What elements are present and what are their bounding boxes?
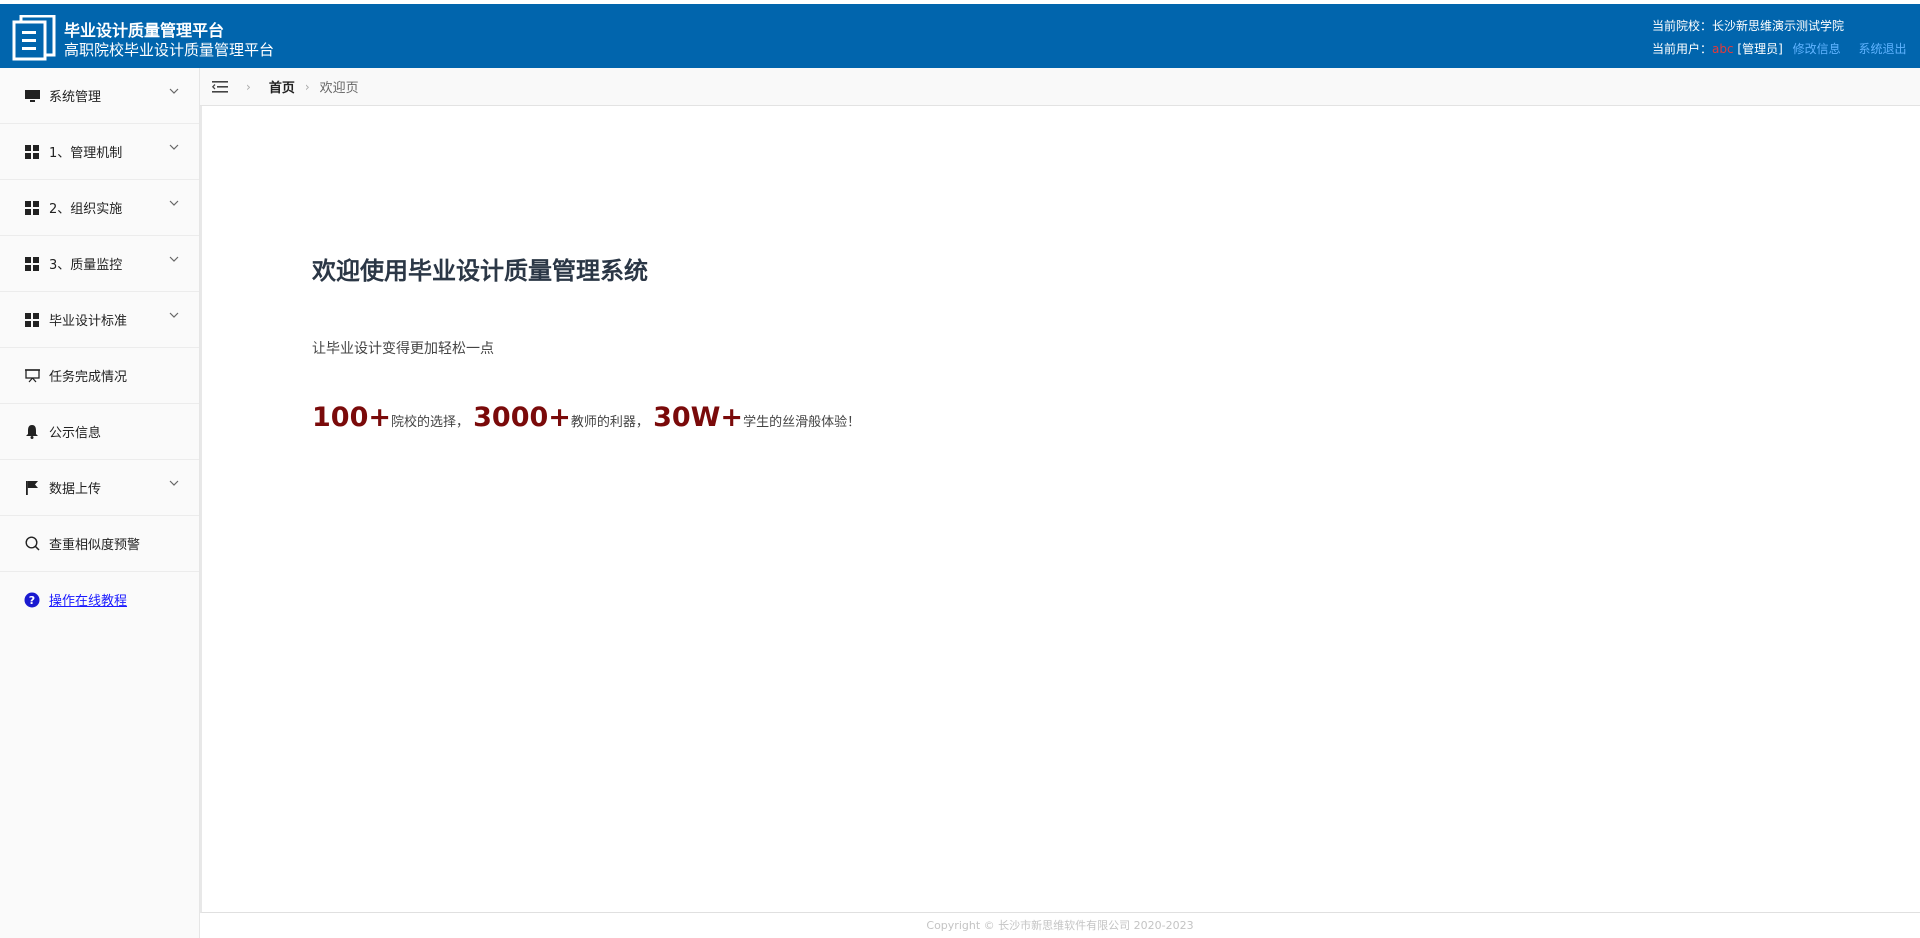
chevron-down-icon bbox=[169, 144, 179, 150]
header-user-panel: 当前院校：长沙新思维演示测试学院 当前用户：abc [管理员] 修改信息 系统退… bbox=[1652, 15, 1906, 61]
presentation-icon bbox=[24, 368, 40, 384]
user-row: 当前用户：abc [管理员] 修改信息 系统退出 bbox=[1652, 38, 1906, 61]
user-role: [管理员] bbox=[1737, 42, 1783, 56]
stat-teachers-number: 3000+ bbox=[473, 402, 571, 433]
chevron-down-icon bbox=[169, 312, 179, 318]
breadcrumb: › 首页 › 欢迎页 bbox=[236, 77, 359, 97]
bell-icon bbox=[24, 424, 40, 440]
platform-subtitle: 高职院校毕业设计质量管理平台 bbox=[64, 41, 275, 59]
breadcrumb-separator-icon: › bbox=[246, 79, 251, 94]
sidebar-item-label: 3、质量监控 bbox=[49, 258, 123, 273]
breadcrumb-home[interactable]: 首页 bbox=[269, 77, 295, 96]
sidebar-item-organization[interactable]: 2、组织实施 bbox=[0, 180, 199, 236]
stat-schools-number: 100+ bbox=[312, 402, 391, 433]
sidebar-item-label: 公示信息 bbox=[49, 426, 102, 441]
footer-copyright: Copyright © 长沙市新思维软件有限公司 2020-2023 bbox=[926, 919, 1194, 932]
sidebar-item-task-completion[interactable]: 任务完成情况 bbox=[0, 348, 199, 404]
sidebar-menu: 系统管理 1、管理机制 2、组织实施 3、质量监控 毕业设计标准 任务完成情况 bbox=[0, 68, 200, 938]
document-logo-icon bbox=[12, 15, 56, 61]
grid-icon bbox=[24, 312, 40, 328]
sidebar-item-online-tutorial[interactable]: ? 操作在线教程 bbox=[0, 572, 199, 627]
sidebar-item-label: 查重相似度预警 bbox=[49, 538, 141, 553]
welcome-subtitle: 让毕业设计变得更加轻松一点 bbox=[312, 341, 494, 357]
user-label: 当前用户： bbox=[1652, 42, 1713, 56]
school-name: 长沙新思维演示测试学院 bbox=[1712, 19, 1845, 33]
sidebar-item-public-info[interactable]: 公示信息 bbox=[0, 404, 199, 460]
sidebar-item-management-mechanism[interactable]: 1、管理机制 bbox=[0, 124, 199, 180]
sidebar-item-quality-monitoring[interactable]: 3、质量监控 bbox=[0, 236, 199, 292]
sidebar-item-label: 任务完成情况 bbox=[49, 370, 128, 385]
chevron-down-icon bbox=[169, 200, 179, 206]
stat-students-number: 30W+ bbox=[653, 402, 744, 433]
sidebar-item-label: 数据上传 bbox=[49, 482, 102, 497]
svg-text:?: ? bbox=[29, 594, 35, 607]
menu-toggle-icon[interactable] bbox=[212, 80, 228, 94]
user-name: abc bbox=[1712, 42, 1734, 56]
platform-title: 毕业设计质量管理平台 bbox=[64, 21, 225, 40]
sidebar-item-label: 毕业设计标准 bbox=[49, 314, 128, 329]
school-row: 当前院校：长沙新思维演示测试学院 bbox=[1652, 15, 1904, 38]
search-icon bbox=[24, 536, 40, 552]
breadcrumb-current: 欢迎页 bbox=[319, 81, 359, 96]
sidebar-item-label: 操作在线教程 bbox=[49, 594, 128, 609]
sidebar-item-system-management[interactable]: 系统管理 bbox=[0, 68, 199, 124]
sidebar-item-label: 系统管理 bbox=[49, 90, 102, 105]
chevron-down-icon bbox=[169, 480, 179, 486]
chevron-down-icon bbox=[169, 88, 179, 94]
sidebar-item-label: 1、管理机制 bbox=[49, 146, 123, 161]
sidebar-item-data-upload[interactable]: 数据上传 bbox=[0, 460, 199, 516]
stat-students-text: 学生的丝滑般体验！ bbox=[743, 415, 861, 430]
grid-icon bbox=[24, 144, 40, 160]
stat-teachers-text: 教师的利器， bbox=[570, 415, 649, 430]
school-label: 当前院校： bbox=[1652, 19, 1713, 33]
grid-icon bbox=[24, 256, 40, 272]
top-header: 毕业设计质量管理平台 高职院校毕业设计质量管理平台 当前院校：长沙新思维演示测试… bbox=[0, 4, 1920, 68]
breadcrumb-separator-icon: › bbox=[304, 79, 310, 94]
stat-schools-text: 院校的选择， bbox=[390, 415, 469, 430]
main-content: 欢迎使用毕业设计质量管理系统 让毕业设计变得更加轻松一点 100+院校的选择， … bbox=[200, 106, 1920, 913]
welcome-title: 欢迎使用毕业设计质量管理系统 bbox=[312, 257, 648, 285]
sidebar-item-similarity-warning[interactable]: 查重相似度预警 bbox=[0, 516, 199, 572]
logout-link[interactable]: 系统退出 bbox=[1858, 42, 1906, 56]
grid-icon bbox=[24, 200, 40, 216]
monitor-icon bbox=[24, 88, 40, 104]
chevron-down-icon bbox=[169, 256, 179, 262]
help-icon: ? bbox=[24, 592, 40, 608]
stats-line: 100+院校的选择， 3000+教师的利器， 30W+学生的丝滑般体验！ bbox=[312, 402, 860, 433]
edit-info-link[interactable]: 修改信息 bbox=[1793, 42, 1841, 56]
flag-icon bbox=[24, 480, 40, 496]
sidebar-item-label: 2、组织实施 bbox=[49, 202, 123, 217]
sidebar-item-design-standards[interactable]: 毕业设计标准 bbox=[0, 292, 199, 348]
breadcrumb-bar: › 首页 › 欢迎页 bbox=[200, 68, 1920, 106]
